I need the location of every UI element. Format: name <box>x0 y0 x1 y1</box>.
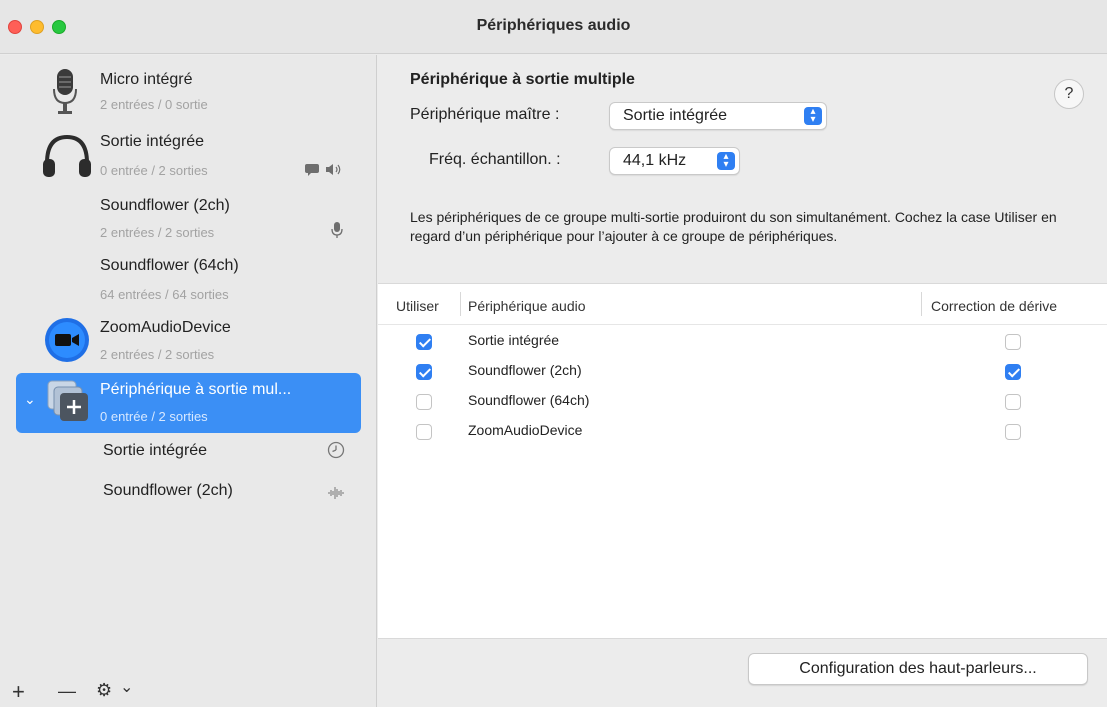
zoom-camera-icon <box>45 318 89 362</box>
drift-correction-checkbox[interactable] <box>1005 334 1021 350</box>
use-checkbox[interactable] <box>416 364 432 380</box>
device-item-micro-integre[interactable]: Micro intégré 2 entrées / 0 sortie <box>0 61 377 123</box>
use-checkbox[interactable] <box>416 394 432 410</box>
master-device-popup[interactable]: Sortie intégrée ▴ ▾ <box>609 102 827 130</box>
device-channels: 2 entrées / 0 sortie <box>100 97 208 112</box>
device-name: Micro intégré <box>100 71 193 88</box>
window-title: Périphériques audio <box>476 17 631 34</box>
master-device-label: Périphérique maître : <box>410 106 560 123</box>
device-cell: Soundflower (64ch) <box>468 392 590 408</box>
use-checkbox[interactable] <box>416 424 432 440</box>
configure-speakers-button[interactable]: Configuration des haut-parleurs... <box>748 653 1088 685</box>
device-item-multi-output[interactable]: ⌄ Périphérique à sortie mul... 0 entrée … <box>16 373 361 433</box>
speaker-icon <box>325 163 343 179</box>
device-channels: 0 entrée / 2 sorties <box>100 409 208 424</box>
subdevice-soundflower-2ch[interactable]: Soundflower (2ch) <box>103 482 233 500</box>
device-cell: Sortie intégrée <box>468 332 560 348</box>
column-header-device[interactable]: Périphérique audio <box>468 298 586 314</box>
help-button[interactable]: ? <box>1054 79 1084 109</box>
audio-midi-window: Périphériques audio Micro intégré 2 entr… <box>0 0 1107 707</box>
device-name: Périphérique à sortie mul... <box>100 381 292 398</box>
column-divider[interactable] <box>921 292 922 316</box>
table-header-divider <box>378 324 1107 325</box>
column-divider[interactable] <box>460 292 461 316</box>
device-sidebar: Micro intégré 2 entrées / 0 sortie Sorti… <box>0 55 377 707</box>
device-name: ZoomAudioDevice <box>100 319 231 336</box>
disclosure-chevron-icon[interactable]: ⌄ <box>24 391 36 408</box>
device-name: Soundflower (2ch) <box>100 197 230 214</box>
chevron-down-icon[interactable]: ⌄ <box>120 677 133 697</box>
subdevice-sortie-integree[interactable]: Sortie intégrée <box>103 442 207 460</box>
sample-rate-value: 44,1 kHz <box>623 152 687 169</box>
device-channels: 0 entrée / 2 sorties <box>100 163 208 178</box>
device-item-zoomaudiodevice[interactable]: ZoomAudioDevice 2 entrées / 2 sorties <box>0 311 377 371</box>
sidebar-footer: + — ⚙ ⌄ <box>0 677 377 707</box>
device-name: Soundflower (64ch) <box>100 257 239 274</box>
headphones-icon <box>43 134 91 177</box>
popup-stepper-icon: ▴ ▾ <box>717 152 735 170</box>
sample-rate-label: Fréq. échantillon. : <box>429 151 561 168</box>
aggregate-device-icon <box>47 380 88 421</box>
sample-rate-popup[interactable]: 44,1 kHz ▴ ▾ <box>609 147 740 175</box>
use-checkbox[interactable] <box>416 334 432 350</box>
device-item-soundflower-2ch[interactable]: Soundflower (2ch) 2 entrées / 2 sorties <box>0 189 377 251</box>
device-detail-panel: Périphérique à sortie multiple ? Périphé… <box>378 55 1107 707</box>
column-header-use[interactable]: Utiliser <box>396 298 439 314</box>
gear-icon[interactable]: ⚙ <box>96 680 112 701</box>
drift-correction-checkbox[interactable] <box>1005 394 1021 410</box>
device-channels: 2 entrées / 2 sorties <box>100 347 215 362</box>
remove-device-button[interactable]: — <box>58 681 76 702</box>
device-cell: Soundflower (2ch) <box>468 362 582 378</box>
column-header-drift[interactable]: Correction de dérive <box>931 298 1057 314</box>
waveform-icon <box>327 485 345 505</box>
add-device-button[interactable]: + <box>12 679 25 705</box>
device-channels: 64 entrées / 64 sorties <box>100 287 229 302</box>
microphone-small-icon <box>331 221 343 242</box>
drift-correction-checkbox[interactable] <box>1005 364 1021 380</box>
master-device-value: Sortie intégrée <box>623 107 728 124</box>
drift-correction-checkbox[interactable] <box>1005 424 1021 440</box>
device-item-sortie-integree[interactable]: Sortie intégrée 0 entrée / 2 sorties <box>0 125 377 187</box>
title-bar: Périphériques audio <box>0 0 1107 54</box>
device-name: Sortie intégrée <box>100 133 205 150</box>
clock-icon <box>327 441 345 463</box>
popup-stepper-icon: ▴ ▾ <box>804 107 822 125</box>
device-item-soundflower-64ch[interactable]: Soundflower (64ch) 64 entrées / 64 sorti… <box>0 253 377 309</box>
page-title: Périphérique à sortie multiple <box>410 71 635 88</box>
device-table: Utiliser Périphérique audio Correction d… <box>378 283 1107 639</box>
alert-badge-icon <box>304 163 320 179</box>
group-description: Les périphériques de ce groupe multi-sor… <box>410 209 1057 244</box>
microphone-icon <box>53 69 77 114</box>
device-cell: ZoomAudioDevice <box>468 422 583 438</box>
device-channels: 2 entrées / 2 sorties <box>100 225 215 240</box>
